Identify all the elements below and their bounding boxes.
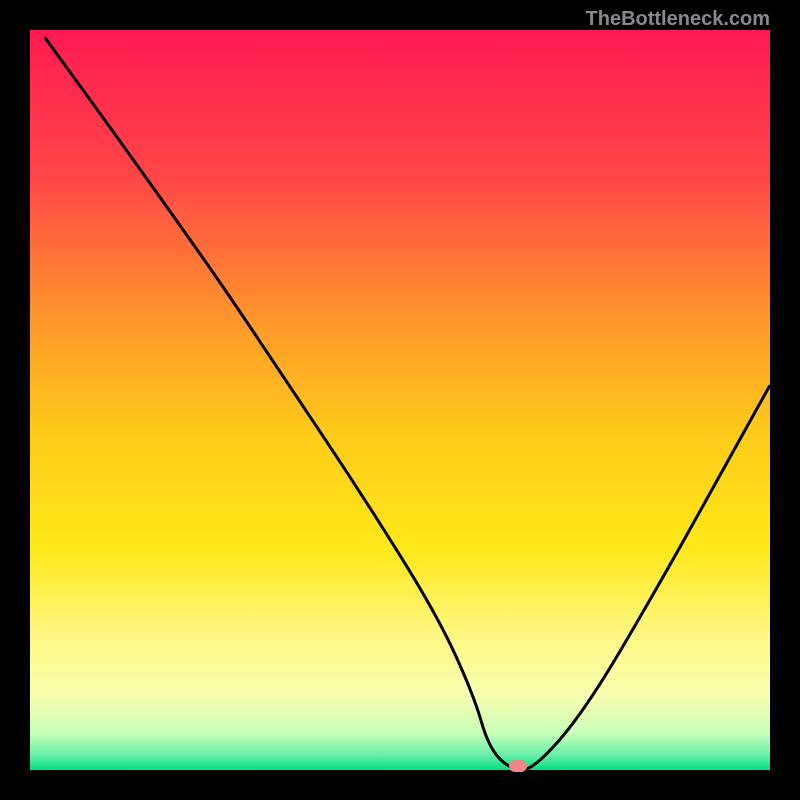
bottleneck-curve <box>30 30 770 770</box>
chart-plot-area <box>30 30 770 770</box>
watermark-text: TheBottleneck.com <box>586 8 770 31</box>
optimal-point-marker <box>509 760 527 772</box>
